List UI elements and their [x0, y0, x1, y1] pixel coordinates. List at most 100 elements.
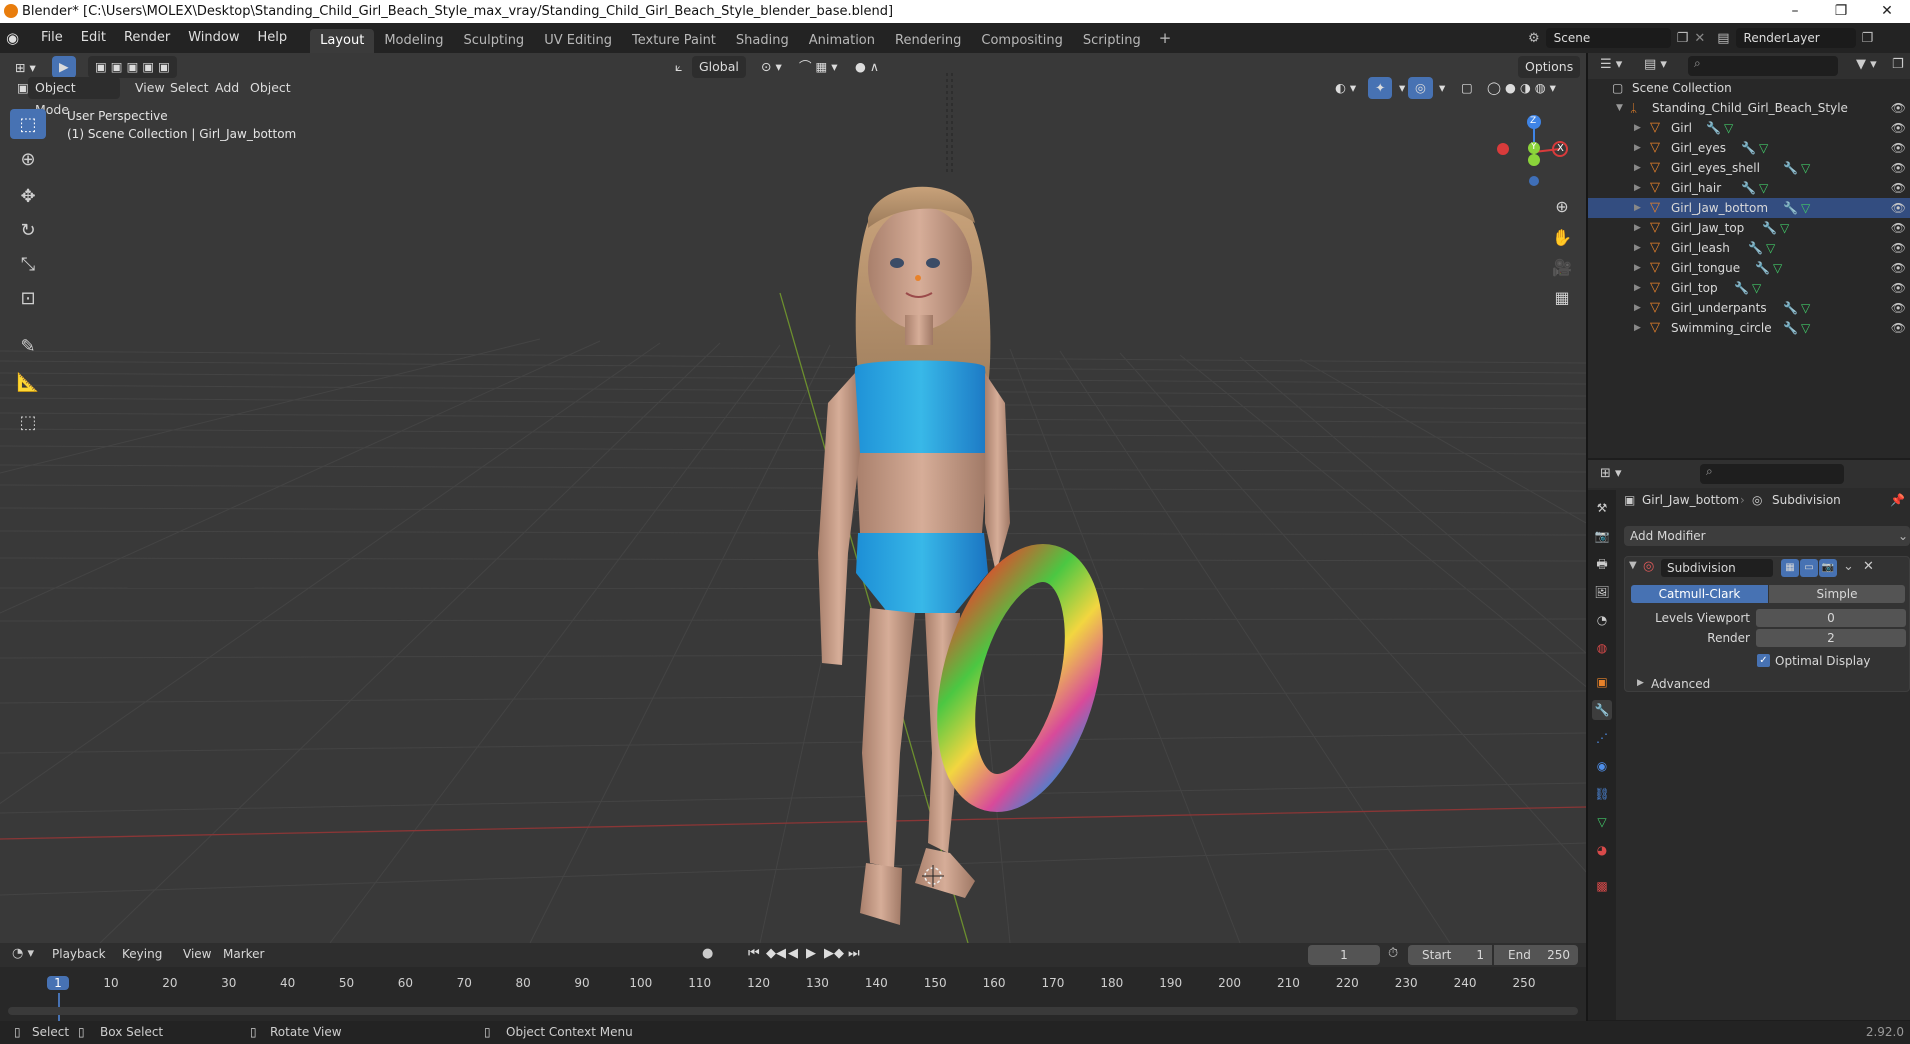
outliner-object-row[interactable]: ▶ ▽ Girl_Jaw_top 🔧 ▽ 👁	[1588, 218, 1910, 238]
eye-icon[interactable]: 👁	[1891, 158, 1906, 178]
modifier-wrench-icon[interactable]: 🔧	[1762, 218, 1777, 238]
output-tab-icon[interactable]: 🖶	[1592, 554, 1612, 574]
tab-texture-paint[interactable]: Texture Paint	[622, 29, 726, 53]
blender-menu-icon[interactable]: ◉	[6, 29, 26, 47]
new-scene-icon[interactable]: ❐	[1677, 31, 1689, 46]
menu-window[interactable]: Window	[179, 23, 248, 53]
viewport-menu-object[interactable]: Object	[243, 77, 298, 99]
render-tab-icon[interactable]: 📷	[1592, 526, 1612, 546]
modifier-wrench-icon[interactable]: 🔧	[1783, 158, 1798, 178]
show-render-icon[interactable]: 📷	[1819, 559, 1837, 577]
pan-hand-icon[interactable]: ✋	[1549, 224, 1575, 250]
outliner-object-row[interactable]: ▶ ▽ Girl_eyes 🔧 ▽ 👁	[1588, 138, 1910, 158]
collapse-arrow-icon[interactable]: ▼	[1616, 98, 1623, 118]
expand-arrow-icon[interactable]: ▶	[1634, 198, 1641, 218]
object-name[interactable]: Girl_tongue	[1671, 258, 1740, 278]
outliner-object-row[interactable]: ▶ ▽ Girl 🔧 ▽ 👁	[1588, 118, 1910, 138]
expand-arrow-icon[interactable]: ▶	[1634, 218, 1641, 238]
rotate-tool-icon[interactable]: ↻	[10, 215, 46, 245]
object-name[interactable]: Girl_Jaw_top	[1671, 218, 1744, 238]
scene-tab-icon[interactable]: ◔	[1592, 610, 1612, 630]
advanced-subpanel-label[interactable]: Advanced	[1651, 675, 1710, 693]
menu-edit[interactable]: Edit	[72, 23, 115, 53]
xray-toggle-icon[interactable]: ▢	[1454, 77, 1480, 99]
object-name[interactable]: Swimming_circle	[1671, 318, 1772, 338]
mesh-data-icon[interactable]: ▽	[1773, 258, 1782, 278]
modifier-wrench-icon[interactable]: 🔧	[1783, 318, 1798, 338]
properties-search-input[interactable]: ⌕	[1700, 464, 1844, 484]
object-tab-icon[interactable]: ▣	[1592, 672, 1612, 692]
outliner-object-row[interactable]: ▶ ▽ Girl_underpants 🔧 ▽ 👁	[1588, 298, 1910, 318]
mesh-data-icon[interactable]: ▽	[1801, 318, 1810, 338]
gizmo-toggle-icon[interactable]: ✦	[1368, 77, 1393, 99]
pin-icon[interactable]: 📌	[1890, 490, 1905, 510]
expand-arrow-icon[interactable]: ▶	[1634, 278, 1641, 298]
options-dropdown[interactable]: Options	[1518, 56, 1581, 78]
modifier-menu-icon[interactable]: ⌄	[1843, 559, 1854, 574]
levels-viewport-field[interactable]: 0	[1756, 609, 1906, 627]
visibility-toggle-icon[interactable]: ◐ ▾	[1328, 77, 1363, 99]
expand-arrow-icon[interactable]: ▶	[1634, 178, 1641, 198]
outliner-object-row[interactable]: ▶ ▽ Girl_eyes_shell 🔧 ▽ 👁	[1588, 158, 1910, 178]
render-layer-field[interactable]: RenderLayer	[1735, 28, 1856, 48]
properties-editor-type-icon[interactable]: ⊞ ▾	[1600, 466, 1622, 481]
proportional-edit-toggle[interactable]: ● ∧	[848, 56, 886, 78]
mesh-data-icon[interactable]: ▽	[1752, 278, 1761, 298]
select-box-tool-icon[interactable]: ⬚	[10, 109, 46, 139]
outliner-scene-collection[interactable]: ▢ Scene Collection	[1588, 78, 1910, 98]
filter-icon[interactable]: ▼ ▾	[1856, 57, 1877, 72]
tab-layout[interactable]: Layout	[310, 29, 375, 53]
pivot-dropdown[interactable]: ⊙ ▾	[754, 56, 789, 78]
modifier-wrench-icon[interactable]: 🔧	[1755, 258, 1770, 278]
object-name[interactable]: Girl	[1671, 118, 1692, 138]
restore-button[interactable]: ❐	[1818, 0, 1864, 23]
camera-view-icon[interactable]: 🎥	[1549, 254, 1575, 280]
zoom-icon[interactable]: ⊕	[1549, 193, 1575, 219]
outliner-object-row[interactable]: ▶ ▽ Girl_top 🔧 ▽ 👁	[1588, 278, 1910, 298]
tab-modeling[interactable]: Modeling	[374, 29, 453, 53]
outliner-search-input[interactable]: ⌕	[1688, 56, 1838, 76]
modifier-wrench-icon[interactable]: 🔧	[1741, 138, 1756, 158]
add-cube-tool-icon[interactable]: ⬚	[10, 407, 46, 437]
measure-tool-icon[interactable]: 📐	[10, 367, 46, 397]
object-name[interactable]: Girl_Jaw_bottom	[1671, 198, 1768, 218]
outliner-object-row[interactable]: ▶ ▽ Swimming_circle 🔧 ▽ 👁	[1588, 318, 1910, 338]
mesh-data-icon[interactable]: ▽	[1724, 118, 1733, 138]
mesh-data-icon[interactable]: ▽	[1801, 158, 1810, 178]
annotate-tool-icon[interactable]: ✎	[10, 331, 46, 361]
modifier-name-field[interactable]: Subdivision	[1661, 559, 1773, 577]
expand-arrow-icon[interactable]: ▶	[1634, 318, 1641, 338]
show-editmode-icon[interactable]: ▦	[1781, 559, 1799, 577]
tab-shading[interactable]: Shading	[726, 29, 799, 53]
mesh-data-icon[interactable]: ▽	[1801, 298, 1810, 318]
eye-icon[interactable]: 👁	[1891, 118, 1906, 138]
editor-type-button[interactable]: ⊞ ▾	[8, 57, 43, 79]
selection-mode-buttons[interactable]: ▣ ▣ ▣ ▣ ▣	[88, 56, 177, 78]
constraints-tab-icon[interactable]: ⛓	[1592, 784, 1612, 804]
tab-scripting[interactable]: Scripting	[1073, 29, 1151, 53]
object-mode-dropdown[interactable]: Object Mode	[28, 77, 120, 117]
minimize-button[interactable]: –	[1772, 0, 1818, 23]
overlay-dropdown[interactable]: ▾	[1432, 77, 1452, 99]
tab-uv-editing[interactable]: UV Editing	[534, 29, 622, 53]
eye-icon[interactable]: 👁	[1891, 178, 1906, 198]
outliner-object-row[interactable]: ▶ ▽ Girl_hair 🔧 ▽ 👁	[1588, 178, 1910, 198]
eye-icon[interactable]: 👁	[1891, 298, 1906, 318]
object-name[interactable]: Girl_hair	[1671, 178, 1721, 198]
scene-name-field[interactable]: Scene	[1545, 28, 1671, 48]
tool-tab-icon[interactable]: ⚒	[1592, 498, 1612, 518]
show-viewport-icon[interactable]: ▭	[1800, 559, 1818, 577]
display-mode-icon[interactable]: ▤ ▾	[1644, 57, 1667, 72]
add-modifier-dropdown[interactable]: Add Modifier ⌄	[1624, 526, 1910, 546]
material-tab-icon[interactable]: ◕	[1592, 840, 1612, 860]
advanced-expand-icon[interactable]: ▶	[1637, 678, 1644, 688]
world-tab-icon[interactable]: ◍	[1592, 638, 1612, 658]
render-layer-icon[interactable]: ▤	[1717, 31, 1729, 46]
mesh-data-icon[interactable]: ▽	[1759, 178, 1768, 198]
menu-render[interactable]: Render	[115, 23, 179, 53]
modifier-wrench-icon[interactable]: 🔧	[1748, 238, 1763, 258]
eye-icon[interactable]: 👁	[1891, 278, 1906, 298]
expand-arrow-icon[interactable]: ▶	[1634, 238, 1641, 258]
modifier-wrench-icon[interactable]: 🔧	[1783, 298, 1798, 318]
particles-tab-icon[interactable]: ⋰	[1592, 728, 1612, 748]
